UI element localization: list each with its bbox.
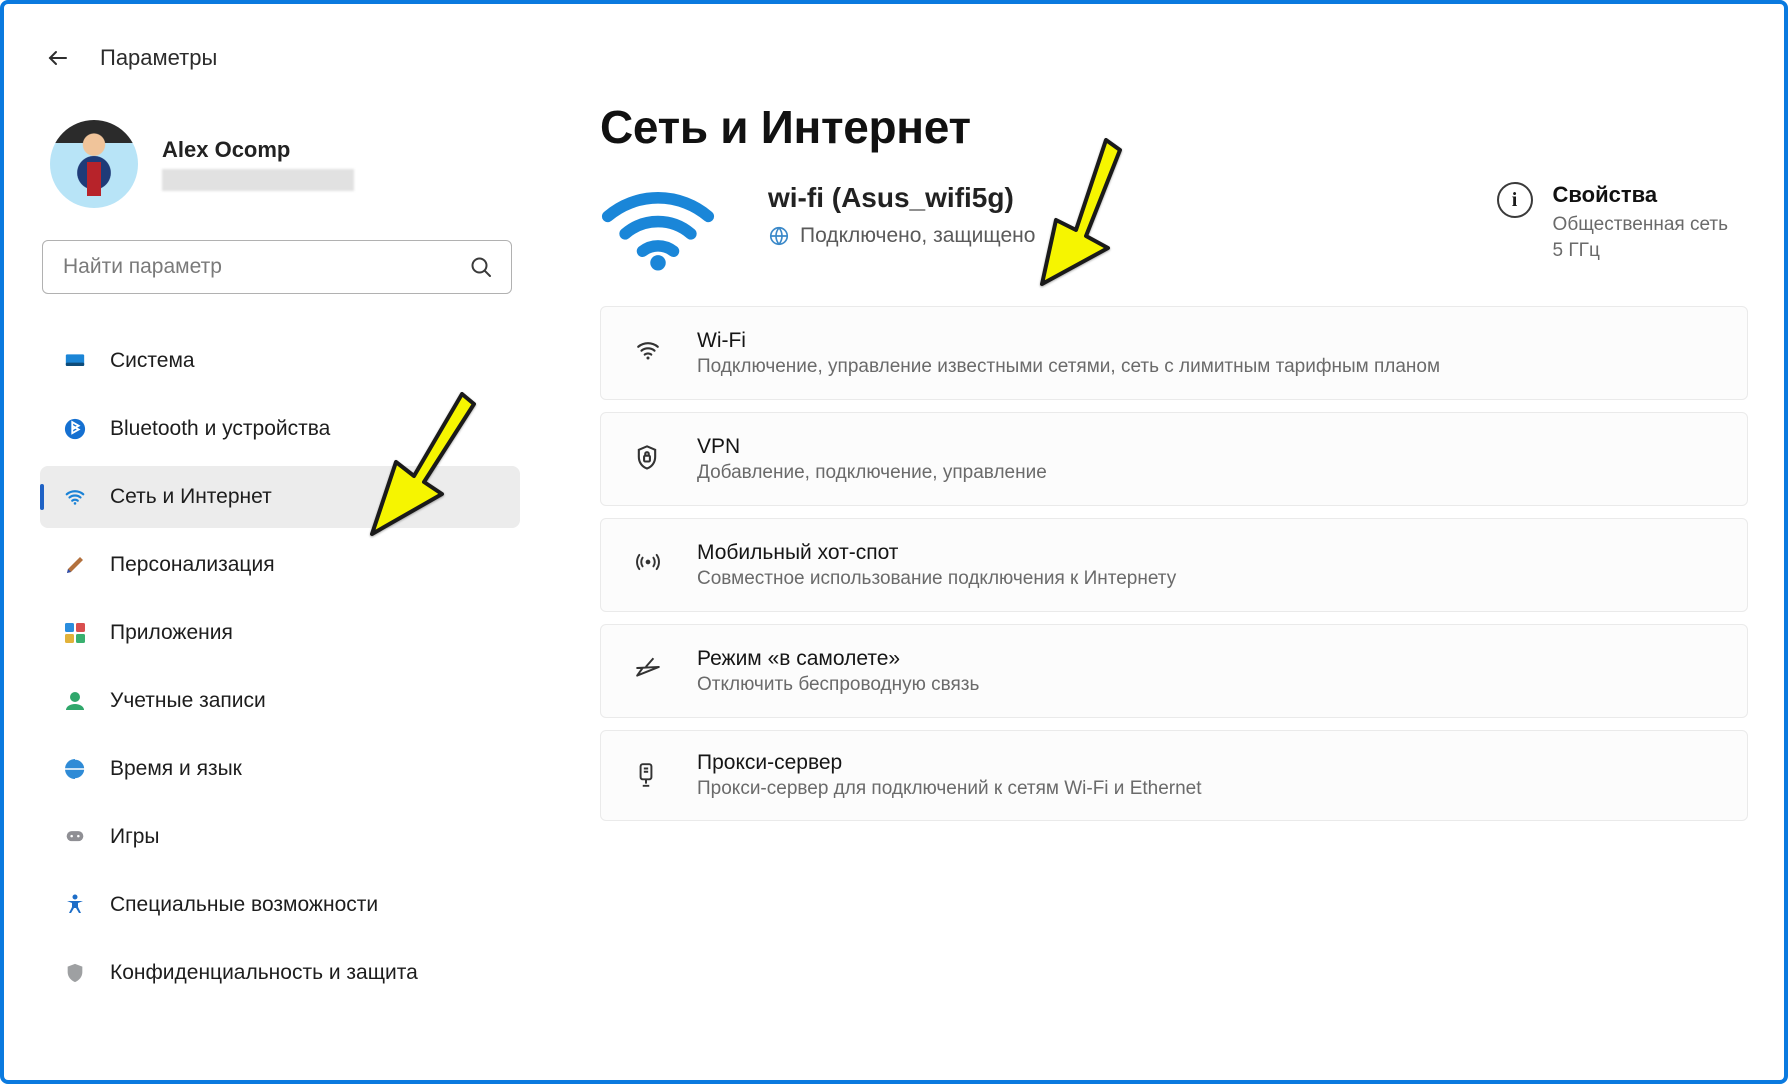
connection-status: Подключено, защищено [800,224,1035,248]
wifi-large-icon [600,182,716,274]
info-icon: i [1497,182,1533,218]
user-email-masked [162,169,354,191]
games-icon [62,824,88,850]
apps-icon [62,620,88,646]
wifi-small-icon [633,337,665,369]
sidebar-item-label: Время и язык [110,757,242,781]
sidebar-item-label: Конфиденциальность и защита [110,961,418,985]
accessibility-icon [62,892,88,918]
card-title: VPN [697,435,1047,459]
card-title: Мобильный хот-спот [697,541,1176,565]
sidebar-item-label: Сеть и Интернет [110,485,272,509]
sidebar-item-apps[interactable]: Приложения [40,602,520,664]
wifi-icon [62,484,88,510]
connection-name: wi-fi (Asus_wifi5g) [768,182,1035,214]
account-icon [62,688,88,714]
bluetooth-icon [62,416,88,442]
card-airplane[interactable]: Режим «в самолете» Отключить беспроводну… [600,624,1748,718]
card-sub: Добавление, подключение, управление [697,462,1047,484]
brush-icon [62,552,88,578]
sidebar-item-gaming[interactable]: Игры [40,806,520,868]
page-title: Сеть и Интернет [600,100,1748,154]
annotation-arrow-network [1020,134,1130,294]
sidebar-item-accessibility[interactable]: Специальные возможности [40,874,520,936]
search-icon [469,255,493,279]
back-button[interactable] [44,44,72,72]
hotspot-icon [633,549,665,581]
sidebar-item-label: Bluetooth и устройства [110,417,330,441]
vpn-icon [633,443,665,475]
user-block[interactable]: Alex Ocomp [50,120,520,208]
sidebar-item-label: Специальные возможности [110,893,378,917]
card-title: Режим «в самолете» [697,647,979,671]
app-title: Параметры [100,45,217,71]
sidebar-item-privacy[interactable]: Конфиденциальность и защита [40,942,520,1004]
card-sub: Совместное использование подключения к И… [697,568,1176,590]
system-icon [62,348,88,374]
annotation-arrow-sidebar [344,384,484,544]
sidebar-item-label: Система [110,349,195,373]
sidebar-item-label: Игры [110,825,160,849]
card-proxy[interactable]: Прокси-сервер Прокси-сервер для подключе… [600,730,1748,821]
globe-icon [768,225,790,247]
properties-link[interactable]: i Свойства Общественная сеть 5 ГГц [1497,182,1748,263]
sidebar-item-label: Приложения [110,621,233,645]
properties-line1: Общественная сеть [1553,214,1728,235]
avatar [50,120,138,208]
proxy-icon [633,760,665,792]
search-box[interactable] [42,240,512,294]
properties-line2: 5 ГГц [1553,240,1600,261]
user-name: Alex Ocomp [162,137,354,163]
properties-title: Свойства [1553,182,1728,208]
connection-row: wi-fi (Asus_wifi5g) Подключено, защищено… [600,182,1748,274]
card-title: Wi-Fi [697,329,1440,353]
search-input[interactable] [61,254,469,280]
sidebar-item-time-language[interactable]: Время и язык [40,738,520,800]
card-wifi[interactable]: Wi-Fi Подключение, управление известными… [600,306,1748,400]
sidebar-item-system[interactable]: Система [40,330,520,392]
shield-icon [62,960,88,986]
time-icon [62,756,88,782]
card-sub: Прокси-сервер для подключений к сетям Wi… [697,778,1202,800]
card-title: Прокси-сервер [697,751,1202,775]
card-sub: Подключение, управление известными сетям… [697,356,1440,378]
card-sub: Отключить беспроводную связь [697,674,979,696]
card-vpn[interactable]: VPN Добавление, подключение, управление [600,412,1748,506]
connection-info[interactable]: wi-fi (Asus_wifi5g) Подключено, защищено [768,182,1035,248]
sidebar-item-accounts[interactable]: Учетные записи [40,670,520,732]
sidebar-item-label: Персонализация [110,553,275,577]
card-hotspot[interactable]: Мобильный хот-спот Совместное использова… [600,518,1748,612]
airplane-icon [633,655,665,687]
sidebar-item-label: Учетные записи [110,689,266,713]
